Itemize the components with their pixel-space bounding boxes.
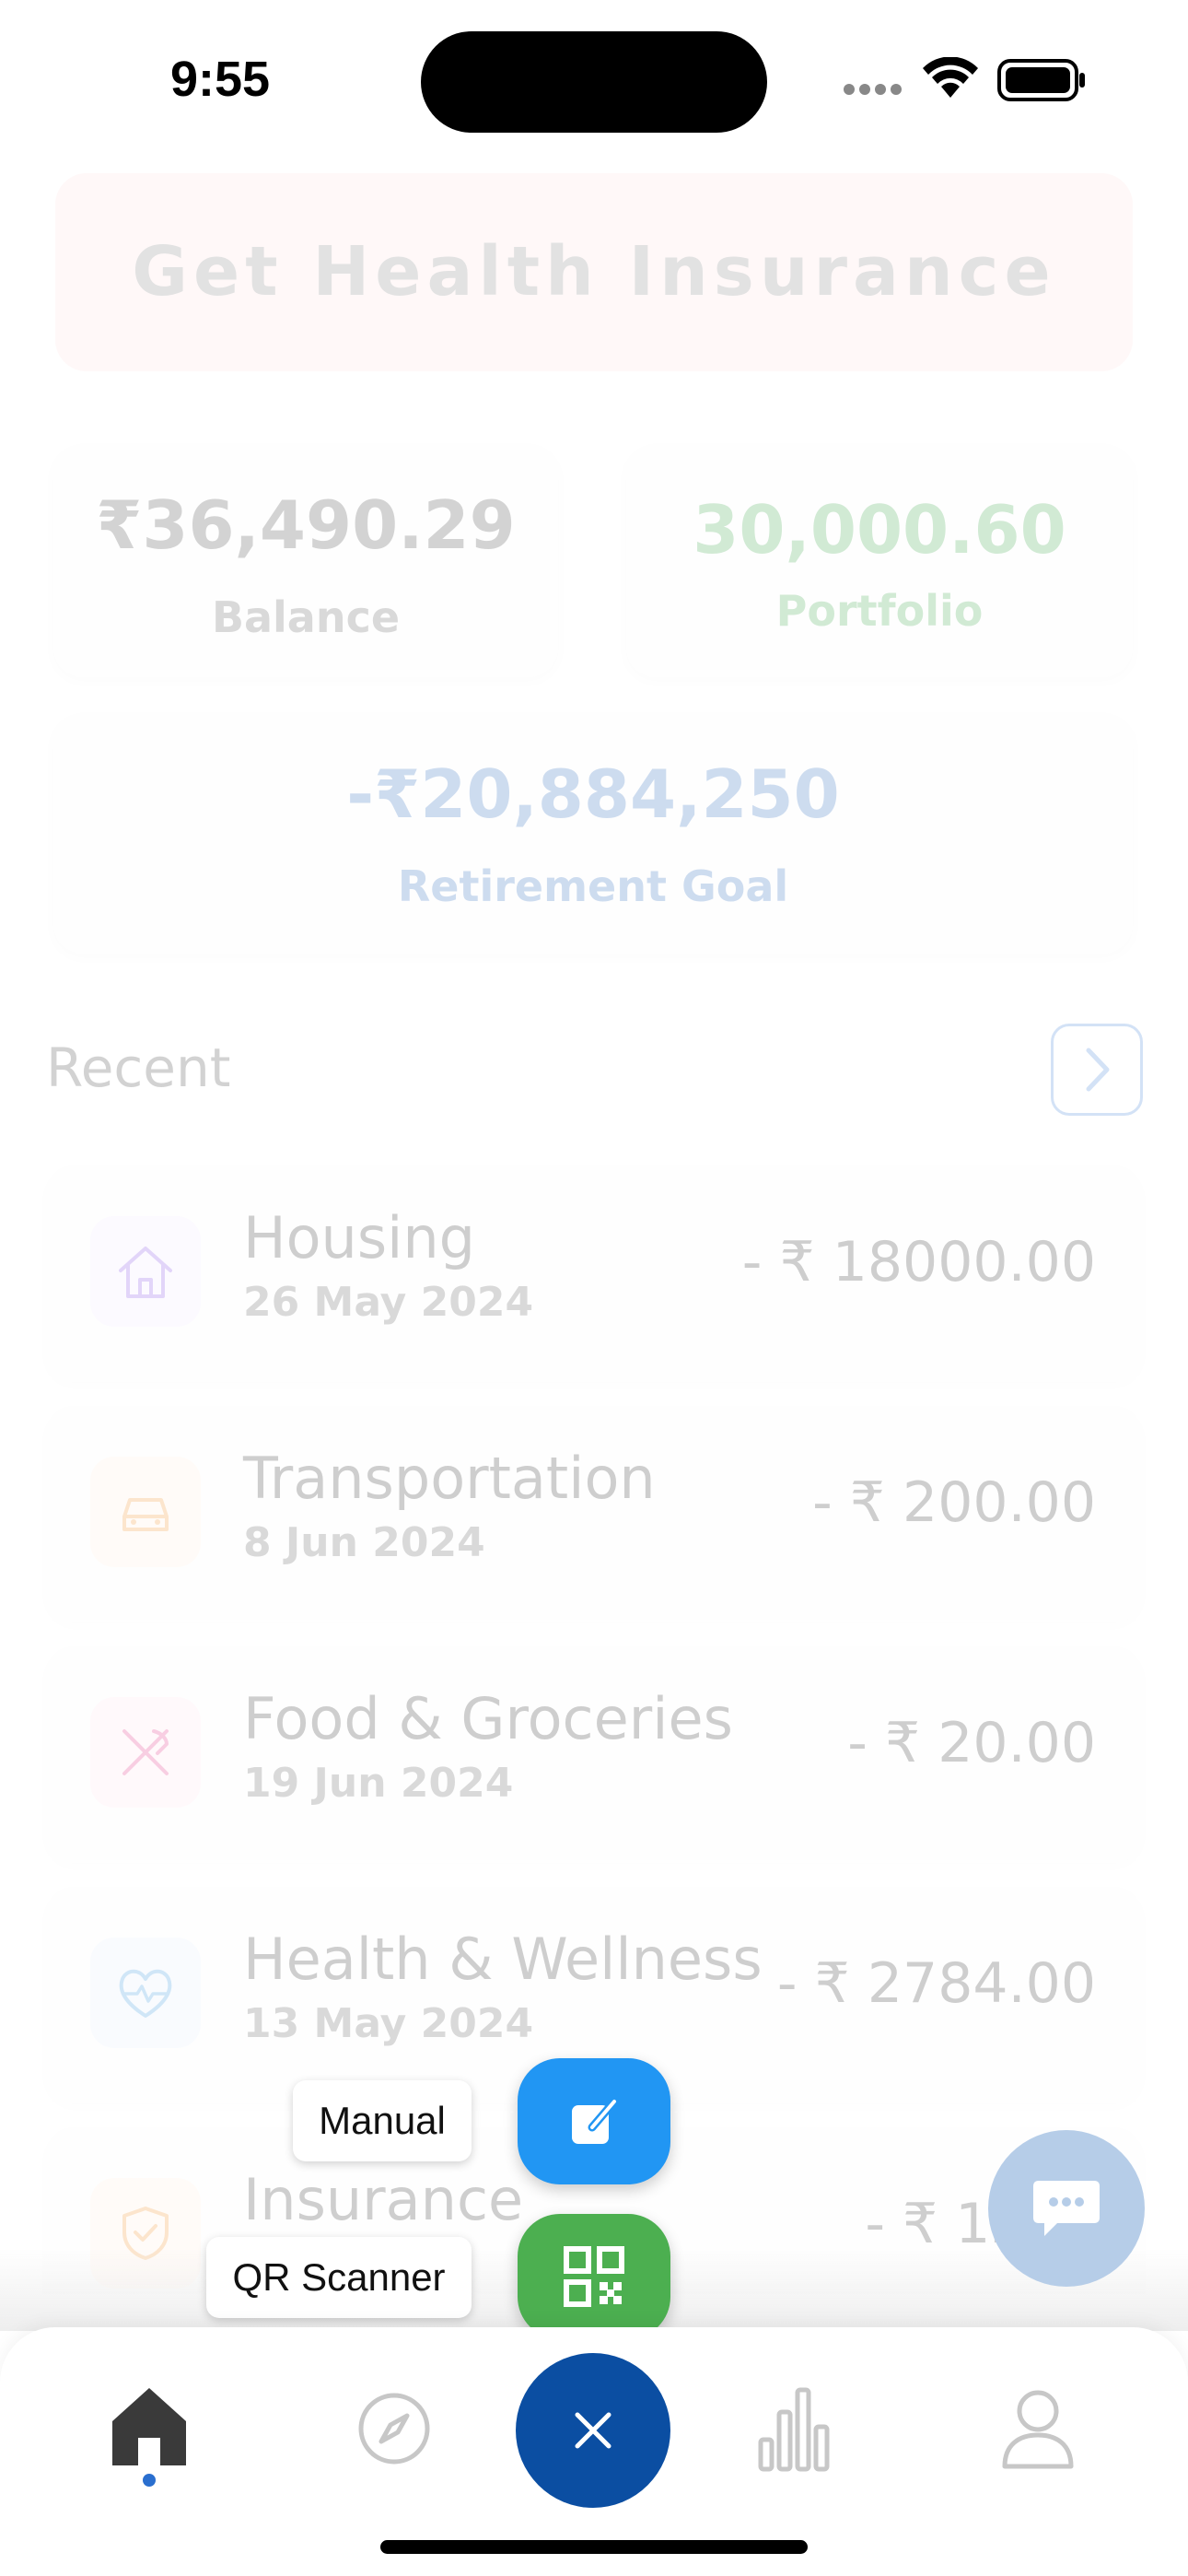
transaction-date: 19 Jun 2024: [243, 1760, 514, 1807]
transaction-date: 8 Jun 2024: [243, 1519, 485, 1566]
qr-scanner-label[interactable]: QR Scanner: [206, 2237, 472, 2318]
transaction-amount: - ₹ 20.00: [847, 1711, 1096, 1775]
portfolio-label: Portfolio: [775, 586, 984, 636]
balance-card[interactable]: ₹36,490.29 Balance: [53, 445, 558, 677]
home-indicator: [380, 2540, 808, 2554]
transaction-item[interactable]: Food & Groceries 19 Jun 2024 - ₹ 20.00: [46, 1646, 1142, 1863]
home-icon: [112, 2388, 186, 2465]
status-time: 9:55: [170, 52, 271, 107]
manual-label[interactable]: Manual: [293, 2080, 472, 2161]
balance-label: Balance: [211, 592, 401, 642]
recent-title: Recent: [46, 1036, 231, 1099]
chat-button[interactable]: [988, 2130, 1145, 2287]
transaction-amount: - ₹ 18000.00: [741, 1230, 1096, 1294]
tab-explore[interactable]: [334, 2369, 454, 2488]
retirement-goal-card[interactable]: -₹20,884,250 Retirement Goal: [53, 714, 1133, 954]
qr-code-icon: [564, 2246, 624, 2307]
tab-profile[interactable]: [978, 2369, 1098, 2488]
portfolio-card[interactable]: 30,000.60 Portfolio: [626, 445, 1133, 677]
balance-value: ₹36,490.29: [96, 486, 516, 564]
tab-home[interactable]: [89, 2369, 209, 2488]
retirement-label: Retirement Goal: [397, 861, 789, 911]
transaction-name: Food & Groceries: [243, 1685, 733, 1752]
heart-pulse-icon: [90, 1938, 201, 2048]
retirement-value: -₹20,884,250: [346, 755, 840, 833]
chevron-right-icon: [1086, 1048, 1110, 1092]
dynamic-island: [421, 31, 767, 133]
house-icon: [90, 1216, 201, 1327]
edit-note-icon: [572, 2097, 619, 2144]
close-icon: [575, 2412, 611, 2449]
tab-analytics[interactable]: [734, 2369, 854, 2488]
tab-home-indicator-dot: [143, 2474, 156, 2487]
transaction-date: 26 May 2024: [243, 1279, 534, 1326]
signal-icon: [843, 83, 903, 100]
transaction-amount: - ₹ 2784.00: [776, 1951, 1096, 2016]
banner-label: Get Health Insurance: [132, 232, 1056, 311]
recent-see-all-button[interactable]: [1051, 1024, 1143, 1116]
transaction-name: Insurance: [243, 2166, 524, 2233]
transaction-date: 13 May 2024: [243, 2000, 534, 2047]
wifi-icon: [923, 56, 978, 104]
fork-knife-icon: [90, 1697, 201, 1808]
person-icon: [1002, 2390, 1074, 2469]
portfolio-value: 30,000.60: [693, 491, 1066, 568]
compass-icon: [358, 2393, 430, 2465]
manual-entry-button[interactable]: [518, 2058, 670, 2184]
health-insurance-banner[interactable]: Get Health Insurance: [55, 173, 1133, 371]
transaction-item[interactable]: Transportation 8 Jun 2024 - ₹ 200.00: [46, 1406, 1142, 1622]
transaction-item[interactable]: Housing 26 May 2024 - ₹ 18000.00: [46, 1165, 1142, 1382]
transaction-amount: - ₹ 200.00: [812, 1470, 1096, 1535]
close-fab-button[interactable]: [516, 2353, 670, 2508]
battery-icon: [997, 59, 1086, 106]
qr-scanner-button[interactable]: [518, 2214, 670, 2339]
transaction-name: Housing: [243, 1204, 476, 1271]
chat-bubble-icon: [1033, 2181, 1100, 2236]
bar-chart-icon: [758, 2387, 830, 2472]
transaction-name: Health & Wellness: [243, 1926, 763, 1993]
transaction-name: Transportation: [243, 1445, 656, 1512]
car-icon: [90, 1457, 201, 1567]
